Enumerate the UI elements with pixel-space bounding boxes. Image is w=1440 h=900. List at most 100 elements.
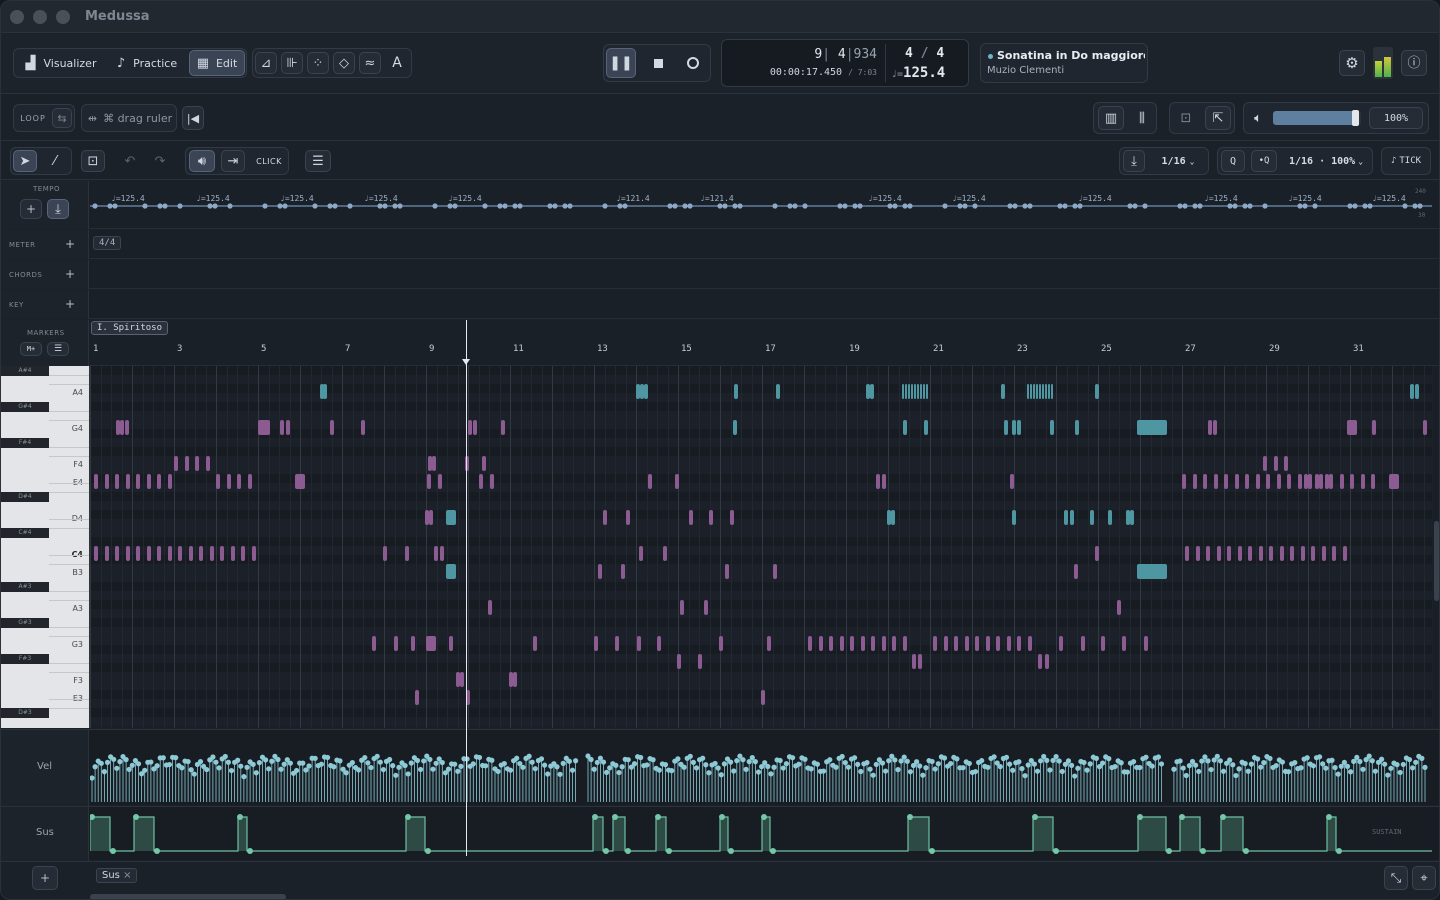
velocity-point[interactable] <box>740 757 746 763</box>
tempo-point[interactable] <box>792 203 798 209</box>
velocity-point[interactable] <box>783 761 790 767</box>
velocity-point[interactable] <box>554 764 560 770</box>
midi-note[interactable] <box>1012 510 1016 525</box>
midi-note[interactable] <box>394 636 398 651</box>
velocity-point[interactable] <box>1323 765 1329 771</box>
midi-note[interactable] <box>251 546 256 561</box>
midi-note[interactable] <box>920 384 922 399</box>
midi-note[interactable] <box>912 654 916 669</box>
quantize-button[interactable]: Q <box>1221 150 1245 172</box>
quantize-options-button[interactable]: •Q <box>1251 150 1277 172</box>
midi-note[interactable] <box>954 636 958 651</box>
velocity-point[interactable] <box>870 772 876 778</box>
tempo-point[interactable] <box>602 203 608 209</box>
velocity-point[interactable] <box>755 769 762 775</box>
velocity-point[interactable] <box>1124 769 1130 775</box>
velocity-point[interactable] <box>1131 758 1137 765</box>
velocity-point[interactable] <box>1112 763 1118 770</box>
midi-note[interactable] <box>405 546 409 561</box>
midi-note[interactable] <box>1012 420 1016 435</box>
velocity-point[interactable] <box>780 765 786 771</box>
midi-note[interactable] <box>1206 546 1210 561</box>
midi-note[interactable] <box>188 546 193 561</box>
midi-note[interactable] <box>94 546 98 561</box>
sustain-region[interactable] <box>762 817 770 851</box>
midi-note[interactable] <box>1276 474 1281 489</box>
black-key[interactable]: D#4 <box>1 492 49 502</box>
midi-note[interactable] <box>603 510 607 525</box>
velocity-point[interactable] <box>1372 768 1378 774</box>
midi-note[interactable] <box>1081 636 1085 651</box>
midi-note[interactable] <box>1042 384 1044 399</box>
velocity-point[interactable] <box>879 760 886 766</box>
velocity-point[interactable] <box>1171 766 1177 772</box>
velocity-point[interactable] <box>777 757 783 764</box>
text-tool-button[interactable]: A <box>386 52 408 74</box>
midi-note[interactable] <box>918 654 922 669</box>
tempo-point[interactable] <box>842 203 848 209</box>
velocity-point[interactable] <box>1069 762 1075 768</box>
tempo-point[interactable] <box>1227 203 1233 209</box>
velocity-point[interactable] <box>439 759 445 766</box>
midi-note[interactable] <box>1185 546 1189 561</box>
velocity-point[interactable] <box>693 765 700 771</box>
midi-note[interactable] <box>1372 420 1376 435</box>
velocity-point[interactable] <box>263 757 269 763</box>
sustain-off-point[interactable] <box>1336 848 1342 854</box>
midi-note[interactable] <box>513 672 517 687</box>
velocity-point[interactable] <box>1010 767 1016 773</box>
velocity-point[interactable] <box>1410 765 1416 771</box>
velocity-point[interactable] <box>1038 758 1044 764</box>
midi-note[interactable] <box>174 456 178 471</box>
midi-note[interactable] <box>241 546 245 561</box>
velocity-point[interactable] <box>588 756 594 763</box>
velocity-point[interactable] <box>1357 758 1363 765</box>
sustain-off-point[interactable] <box>1200 848 1206 854</box>
loop-toggle[interactable]: LOOP <box>17 108 49 128</box>
midi-note[interactable] <box>1342 546 1347 561</box>
midi-note[interactable] <box>258 420 270 435</box>
velocity-point[interactable] <box>616 769 622 776</box>
pause-button[interactable]: ❚❚ <box>606 48 636 78</box>
velocity-point[interactable] <box>1214 753 1220 759</box>
velocity-point[interactable] <box>300 760 306 766</box>
playhead[interactable] <box>466 320 467 856</box>
time-signature[interactable]: 4 / 4 <box>905 46 944 61</box>
velocity-point[interactable] <box>266 766 272 772</box>
midi-note[interactable] <box>637 636 641 651</box>
velocity-point[interactable] <box>1031 761 1037 767</box>
velocity-point[interactable] <box>101 769 107 775</box>
velocity-point[interactable] <box>1100 760 1106 766</box>
velocity-point[interactable] <box>1397 769 1403 776</box>
velocity-point[interactable] <box>349 759 355 766</box>
midi-note[interactable] <box>125 546 130 561</box>
velocity-point[interactable] <box>111 756 117 762</box>
midi-note[interactable] <box>330 420 334 435</box>
velocity-point[interactable] <box>1193 762 1199 768</box>
velocity-point[interactable] <box>979 757 985 764</box>
midi-note[interactable] <box>964 636 969 651</box>
velocity-point[interactable] <box>532 766 538 772</box>
sustain-region[interactable] <box>593 817 603 851</box>
tempo-point[interactable] <box>1007 203 1013 209</box>
sustain-region[interactable] <box>1033 817 1053 851</box>
tempo-point[interactable] <box>722 203 728 209</box>
velocity-point[interactable] <box>960 765 966 771</box>
undo-button[interactable]: ↶ <box>119 150 141 172</box>
velocity-point[interactable] <box>185 758 191 765</box>
audition-button[interactable]: 🔊︎ <box>189 150 215 172</box>
particles-button[interactable]: ⁘ <box>307 52 329 74</box>
velocity-point[interactable] <box>1348 769 1354 775</box>
tempo-point[interactable] <box>567 203 573 209</box>
velocity-point[interactable] <box>514 755 520 761</box>
tempo-point[interactable] <box>892 203 898 209</box>
velocity-point[interactable] <box>356 767 362 773</box>
tempo-point[interactable] <box>1072 203 1078 209</box>
velocity-point[interactable] <box>1186 763 1192 769</box>
velocity-point[interactable] <box>287 760 293 766</box>
velocity-point[interactable] <box>1273 762 1279 769</box>
markers-ruler-lane[interactable]: MARKERS M+ ☰ I. Spiritoso 1 3 5 7 9 11 13 15 17 1… <box>1 320 1439 366</box>
velocity-point[interactable] <box>941 755 948 761</box>
velocity-point[interactable] <box>1180 765 1186 771</box>
velocity-point[interactable] <box>114 765 120 771</box>
